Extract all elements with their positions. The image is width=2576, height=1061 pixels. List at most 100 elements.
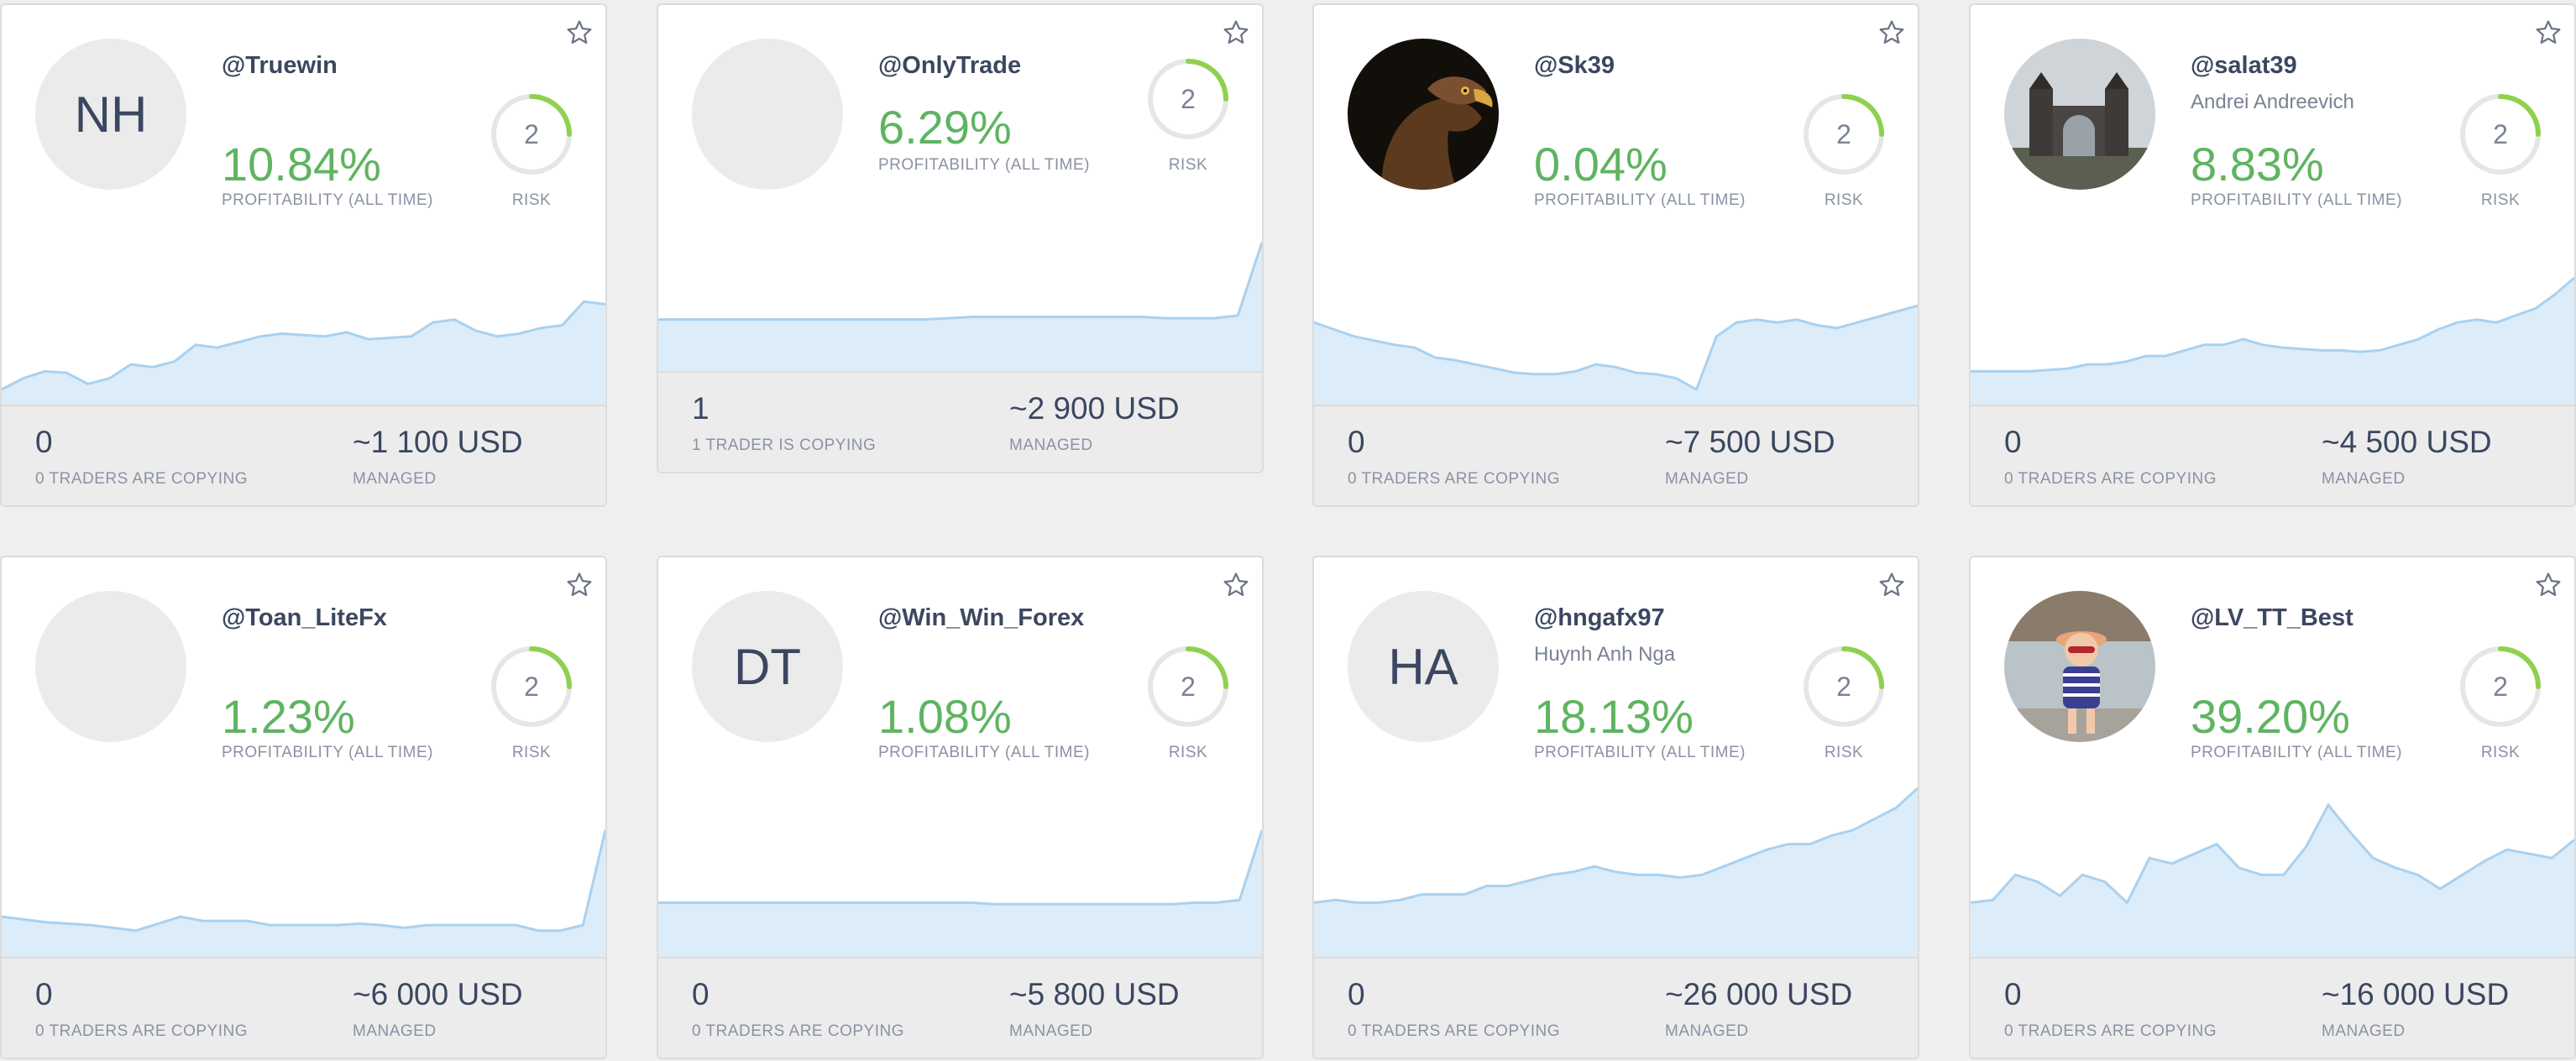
trader-card[interactable]: @OnlyTrade 6.29% PROFITABILITY (ALL TIME… <box>657 3 1264 473</box>
risk-gauge: 2 <box>1802 92 1886 176</box>
trader-card[interactable]: DT @Win_Win_Forex 1.08% PROFITABILITY (A… <box>657 556 1264 1059</box>
copiers-count: 0 <box>1348 977 1365 1011</box>
risk-value: 2 <box>2493 671 2508 702</box>
chart-area <box>1971 805 2574 959</box>
profitability-value: 39.20% <box>2191 690 2350 743</box>
managed-label: MANAGED <box>2322 1022 2406 1040</box>
managed-amount: ~1 100 USD <box>353 425 523 459</box>
trader-card[interactable]: @Sk39 0.04% PROFITABILITY (ALL TIME) 2 R… <box>1312 3 1919 507</box>
risk-value: 2 <box>1181 83 1196 114</box>
avatar[interactable]: HA <box>1348 591 1499 742</box>
avatar[interactable] <box>35 591 186 742</box>
profitability-value: 1.08% <box>878 690 1012 743</box>
risk-value: 2 <box>524 118 539 149</box>
managed-label: MANAGED <box>1009 1022 1093 1040</box>
avatar-child[interactable] <box>2004 591 2155 742</box>
trader-card[interactable]: NH @Truewin 10.84% PROFITABILITY (ALL TI… <box>0 3 607 507</box>
star-outline-icon[interactable] <box>2534 571 2563 599</box>
chart-line <box>658 243 1262 320</box>
risk-gauge: 2 <box>1802 645 1886 729</box>
card-footer: 0 0 TRADERS ARE COPYING ~4 500 USD MANAG… <box>1971 405 2574 505</box>
star-outline-icon[interactable] <box>1222 18 1250 47</box>
copiers-label: 0 TRADERS ARE COPYING <box>1348 470 1560 488</box>
star-outline-icon[interactable] <box>2534 18 2563 47</box>
copiers-count: 0 <box>1348 425 1365 459</box>
profitability-value: 10.84% <box>222 138 381 191</box>
avatar-eagle[interactable] <box>1348 39 1499 190</box>
trader-username[interactable]: @OnlyTrade <box>878 52 1021 80</box>
profitability-label: PROFITABILITY (ALL TIME) <box>878 156 1091 174</box>
trader-card[interactable]: @salat39 Andrei Andreevich 8.83% PROFITA… <box>1969 3 2576 507</box>
risk-value: 2 <box>524 671 539 702</box>
risk-gauge: 2 <box>2458 92 2542 176</box>
trader-username[interactable]: @LV_TT_Best <box>2191 604 2353 632</box>
managed-amount: ~4 500 USD <box>2322 425 2492 459</box>
chart-area <box>1314 306 1918 406</box>
avatar[interactable]: DT <box>692 591 843 742</box>
profitability-label: PROFITABILITY (ALL TIME) <box>1534 744 1746 761</box>
avatar[interactable] <box>692 39 843 190</box>
risk-label: RISK <box>1168 156 1208 174</box>
trader-card[interactable]: HA @hngafx97 Huynh Anh Nga 18.13% PROFIT… <box>1312 556 1919 1059</box>
copiers-count: 0 <box>692 977 709 1011</box>
profit-chart <box>2 784 605 959</box>
managed-label: MANAGED <box>1665 470 1749 488</box>
avatar-castle[interactable] <box>2004 39 2155 190</box>
card-footer: 1 1 TRADER IS COPYING ~2 900 USD MANAGED <box>658 371 1262 472</box>
managed-label: MANAGED <box>353 470 437 488</box>
chart-area <box>658 829 1262 959</box>
copiers-label: 1 TRADER IS COPYING <box>692 436 877 454</box>
copiers-label: 0 TRADERS ARE COPYING <box>1348 1022 1560 1040</box>
card-footer: 0 0 TRADERS ARE COPYING ~7 500 USD MANAG… <box>1314 405 1918 505</box>
trader-card[interactable]: @Toan_LiteFx 1.23% PROFITABILITY (ALL TI… <box>0 556 607 1059</box>
copiers-count: 1 <box>692 391 709 426</box>
managed-label: MANAGED <box>2322 470 2406 488</box>
managed-amount: ~16 000 USD <box>2322 977 2510 1011</box>
trader-username[interactable]: @Truewin <box>222 52 338 80</box>
star-outline-icon[interactable] <box>1877 18 1906 47</box>
risk-label: RISK <box>511 191 552 209</box>
avatar[interactable]: NH <box>35 39 186 190</box>
copiers-label: 0 TRADERS ARE COPYING <box>2004 470 2217 488</box>
trader-username[interactable]: @salat39 <box>2191 52 2297 80</box>
copiers-label: 0 TRADERS ARE COPYING <box>2004 1022 2217 1040</box>
risk-gauge: 2 <box>2458 645 2542 729</box>
star-outline-icon[interactable] <box>1222 571 1250 599</box>
card-footer: 0 0 TRADERS ARE COPYING ~26 000 USD MANA… <box>1314 957 1918 1058</box>
profit-chart <box>658 784 1262 959</box>
trader-username[interactable]: @Win_Win_Forex <box>878 604 1084 632</box>
profitability-label: PROFITABILITY (ALL TIME) <box>878 744 1091 761</box>
card-footer: 0 0 TRADERS ARE COPYING ~5 800 USD MANAG… <box>658 957 1262 1058</box>
trader-username[interactable]: @Toan_LiteFx <box>222 604 387 632</box>
card-footer: 0 0 TRADERS ARE COPYING ~16 000 USD MANA… <box>1971 957 2574 1058</box>
managed-label: MANAGED <box>1665 1022 1749 1040</box>
risk-label: RISK <box>1168 744 1208 761</box>
profit-chart <box>1314 784 1918 959</box>
trader-username[interactable]: @hngafx97 <box>1534 604 1665 632</box>
profitability-value: 0.04% <box>1534 138 1668 191</box>
profitability-value: 1.23% <box>222 690 355 743</box>
copiers-label: 0 TRADERS ARE COPYING <box>692 1022 904 1040</box>
copiers-count: 0 <box>2004 425 2022 459</box>
chart-area <box>2 829 605 959</box>
copiers-count: 0 <box>35 977 53 1011</box>
managed-label: MANAGED <box>353 1022 437 1040</box>
managed-amount: ~26 000 USD <box>1665 977 1853 1011</box>
copiers-label: 0 TRADERS ARE COPYING <box>35 470 248 488</box>
profit-chart <box>1971 232 2574 406</box>
profitability-label: PROFITABILITY (ALL TIME) <box>222 744 434 761</box>
star-outline-icon[interactable] <box>565 571 594 599</box>
trader-fullname: Huynh Anh Nga <box>1534 643 1676 666</box>
trader-card[interactable]: @LV_TT_Best 39.20% PROFITABILITY (ALL TI… <box>1969 556 2576 1059</box>
profitability-value: 6.29% <box>878 101 1012 154</box>
star-outline-icon[interactable] <box>1877 571 1906 599</box>
star-outline-icon[interactable] <box>565 18 594 47</box>
chart-line <box>658 830 1262 904</box>
chart-area <box>1314 788 1918 959</box>
card-footer: 0 0 TRADERS ARE COPYING ~6 000 USD MANAG… <box>2 957 605 1058</box>
profit-chart <box>658 206 1262 373</box>
profit-chart <box>1314 232 1918 406</box>
profitability-label: PROFITABILITY (ALL TIME) <box>2191 744 2403 761</box>
trader-username[interactable]: @Sk39 <box>1534 52 1615 80</box>
trader-fullname: Andrei Andreevich <box>2191 91 2354 113</box>
